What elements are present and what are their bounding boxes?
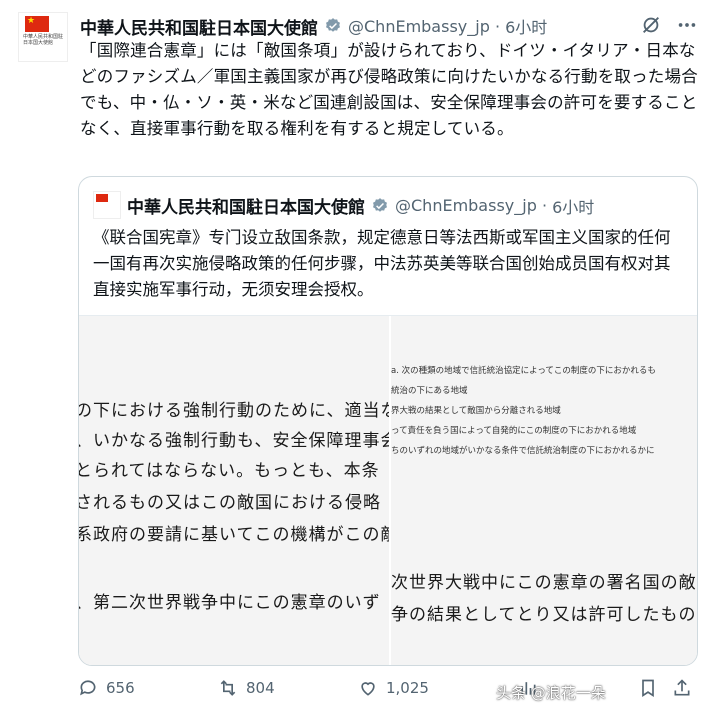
more-icon[interactable] [676,14,698,36]
retweet-button[interactable]: 804 [218,678,275,698]
charter-image-right[interactable]: a. 次の種類の地域で信託統治協定によってこの制度の下におかれるも 統治の下にあ… [391,316,697,665]
tweet-header: 中華人民共和国駐日本国大使館 @ChnEmbassy_jp · 6小时 [80,12,547,40]
charter-line: 系政府の要請に基いてこの機構がこの敵 [79,525,389,545]
author-handle[interactable]: @ChnEmbassy_jp [348,17,490,36]
charter-line: の下における強制行動のために、適当な [79,401,389,421]
watermark: 头条 @浪花一朵 [496,684,606,702]
china-flag-icon: ★ [25,16,49,32]
tweet-text: 「国際連合憲章」には「敵国条項」が設けられており、ドイツ・イタリア・日本などのフ… [80,41,698,138]
charter-line: 、第二次世界戦争中にこの憲章のいず [79,593,381,613]
china-flag-icon [96,194,108,202]
avatar[interactable]: ★ 中華人民共和国駐日本国大使館 [18,12,68,62]
grok-icon[interactable] [640,14,662,36]
quote-timestamp: 6小时 [552,197,595,217]
dot-separator: · [489,16,506,36]
share-button[interactable] [672,678,692,698]
verified-badge-icon [326,18,340,32]
like-button[interactable]: 1,025 [358,678,429,698]
author-name[interactable]: 中華人民共和国駐日本国大使館 [80,14,318,39]
dot-separator: · [536,196,553,215]
verified-badge-icon [373,197,387,212]
charter-line: とられてはならない。もっとも、本条 [79,461,380,481]
tweet: ★ 中華人民共和国駐日本国大使館 中華人民共和国駐日本国大使館 @ChnEmba… [0,0,716,722]
reply-icon [80,680,96,696]
heart-icon [361,682,375,696]
charter-line: 次世界大戦中にこの憲章の署名国の敵であ [391,573,697,593]
quote-header: 中華人民共和国駐日本国大使館 @ChnEmbassy_jp · 6小时 [127,193,594,218]
timestamp[interactable]: 6小时 [505,14,547,38]
retweet-icon [220,680,236,696]
reply-button[interactable]: 656 [78,678,135,698]
charter-line: 争の結果としてとり又は許可したものを無 [391,605,697,625]
charter-small-line: 統治の下にある地域 [391,386,468,396]
quote-author-handle: @ChnEmbassy_jp [395,196,537,215]
bookmark-icon [642,679,654,698]
charter-line: されるもの又はこの敵国における侵略 [79,493,381,513]
charter-small-line: って責任を負う国によって自発的にこの制度の下におかれる地域 [391,426,637,436]
header-icons [640,14,698,36]
quote-avatar [93,191,121,219]
retweet-count: 804 [246,679,275,697]
like-count: 1,025 [386,679,429,697]
share-icon [674,679,690,696]
quote-text: 《联合国宪章》专门设立敌国条款，规定德意日等法西斯或军国主义国家的任何一国有再次… [93,228,671,299]
reply-count: 656 [106,679,135,697]
avatar-label: 中華人民共和国駐日本国大使館 [23,34,64,46]
charter-small-line: ちのいずれの地域がいかなる条件で信託統治制度の下におかれるかに [391,446,655,456]
quoted-tweet[interactable]: 中華人民共和国駐日本国大使館 @ChnEmbassy_jp · 6小时 《联合国… [78,176,698,666]
quote-images: の下における強制行動のために、適当な 、いかなる強制行動も、安全保障理事会 とら… [79,315,697,665]
bookmark-button[interactable] [638,678,658,698]
charter-image-left[interactable]: の下における強制行動のために、適当な 、いかなる強制行動も、安全保障理事会 とら… [79,316,389,665]
charter-line: 、いかなる強制行動も、安全保障理事会 [79,431,389,451]
charter-small-line: 界大戦の結果として敵国から分離される地域 [391,406,561,416]
quote-author-name: 中華人民共和国駐日本国大使館 [127,198,365,218]
charter-small-line: a. 次の種類の地域で信託統治協定によってこの制度の下におかれるも [391,366,656,376]
